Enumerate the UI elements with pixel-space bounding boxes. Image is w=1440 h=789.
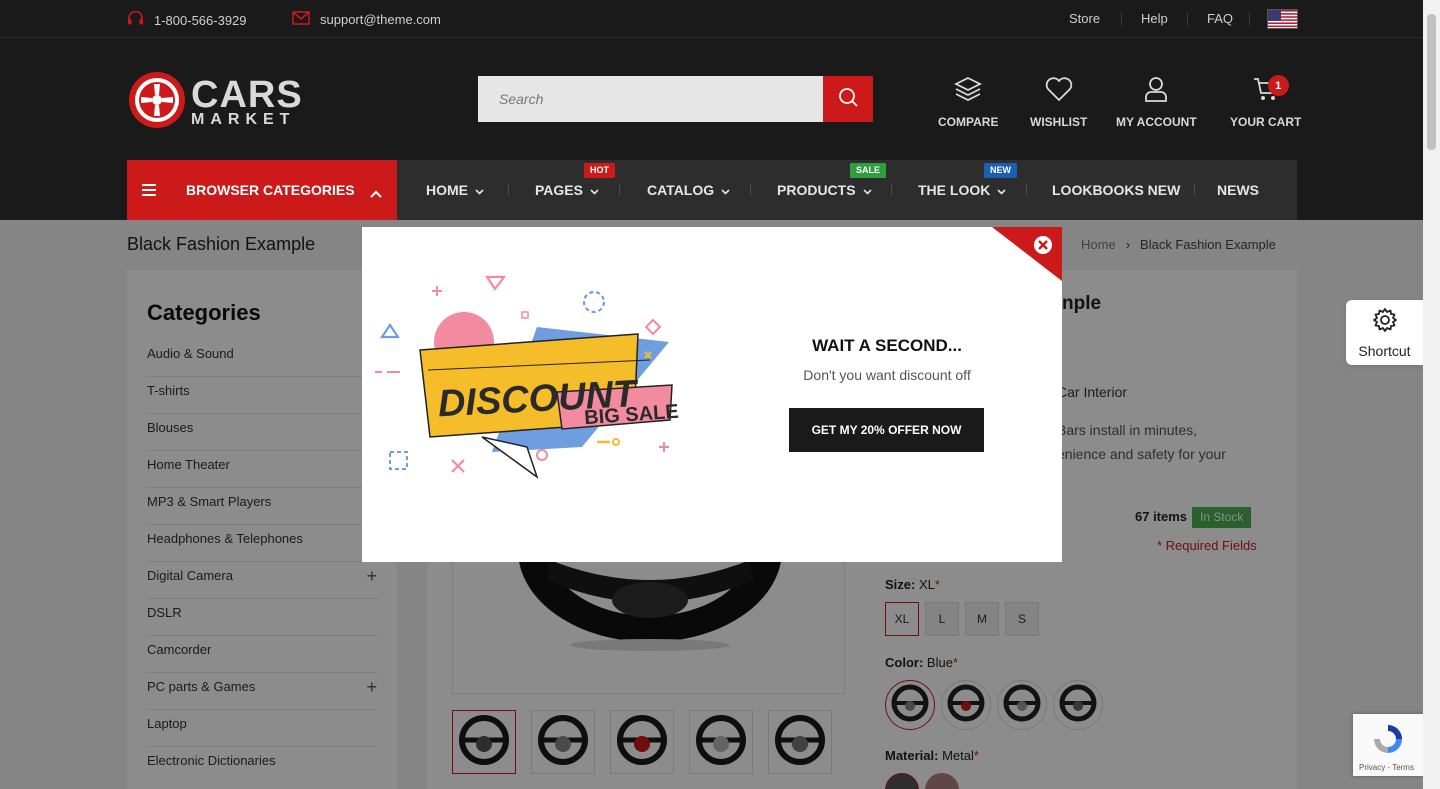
chevron-down-icon	[721, 182, 730, 198]
gear-icon	[1372, 307, 1398, 338]
search-input[interactable]	[478, 76, 823, 122]
divider	[508, 184, 509, 196]
new-badge: NEW	[984, 163, 1017, 178]
nav-label: CATALOG	[647, 182, 715, 198]
shortcut-label: Shortcut	[1358, 342, 1411, 359]
mail-icon	[292, 11, 310, 28]
logo-text-market: MARKET	[191, 110, 296, 128]
cart-icon: 1	[1252, 75, 1289, 107]
headset-icon	[127, 10, 144, 29]
search-icon	[837, 86, 859, 113]
site-header: CARS MARKET COMPARE WISHLIST MY ACCOUNT …	[0, 38, 1423, 160]
divider	[619, 184, 620, 196]
nav-item-the-look[interactable]: THE LOOK	[918, 182, 1006, 198]
store-link[interactable]: Store	[1069, 11, 1100, 26]
compare-label: COMPARE	[938, 115, 999, 129]
phone-number: 1-800-566-3929	[154, 12, 247, 28]
nav-item-news[interactable]: NEWS	[1217, 182, 1259, 198]
divider	[750, 184, 751, 196]
discount-sale-illustration: DISCOUNT BIG SALE	[375, 275, 679, 479]
nav-item-home[interactable]: HOME	[426, 182, 484, 198]
help-link[interactable]: Help	[1141, 11, 1168, 26]
divider	[1249, 12, 1250, 26]
phone-contact[interactable]: 1-800-566-3929	[127, 10, 247, 29]
get-offer-button[interactable]: GET MY 20% OFFER NOW	[789, 408, 984, 452]
nav-item-catalog[interactable]: CATALOG	[647, 182, 730, 198]
divider	[1194, 184, 1195, 196]
divider	[1187, 12, 1188, 26]
heart-icon	[1045, 76, 1073, 107]
nav-label: LOOKBOOKS NEW	[1052, 182, 1181, 198]
email-contact[interactable]: support@theme.com	[292, 11, 441, 28]
us-flag-icon[interactable]	[1267, 9, 1298, 29]
nav-item-lookbooks-new[interactable]: LOOKBOOKS NEW	[1052, 182, 1180, 198]
chevron-down-icon	[590, 182, 599, 198]
recaptcha-terms[interactable]: Privacy - Terms	[1359, 763, 1414, 772]
chevron-down-icon	[475, 182, 484, 198]
page-scrollbar[interactable]	[1423, 0, 1440, 789]
nav-label: THE LOOK	[918, 182, 991, 198]
site-logo[interactable]: CARS MARKET	[127, 70, 303, 135]
wishlist-label: WISHLIST	[1030, 115, 1088, 129]
sale-badge: SALE	[850, 163, 887, 178]
chevron-up-icon	[370, 185, 382, 203]
recaptcha-badge[interactable]: Privacy - Terms	[1353, 714, 1423, 776]
divider	[891, 184, 892, 196]
hot-badge: HOT	[584, 163, 615, 178]
nav-label: PAGES	[535, 182, 583, 198]
close-icon[interactable]	[1033, 235, 1053, 260]
faq-link[interactable]: FAQ	[1207, 11, 1233, 26]
layers-icon	[954, 76, 983, 107]
my-account-button[interactable]: MY ACCOUNT	[1116, 76, 1197, 129]
browse-categories-button[interactable]: BROWSER CATEGORIES	[127, 160, 397, 220]
nav-label: HOME	[426, 182, 468, 198]
top-bar: 1-800-566-3929 support@theme.com Store H…	[0, 0, 1423, 38]
menu-bar: HOME PAGES HOT CATALOG PRODUCTS SALE THE…	[397, 160, 1297, 220]
divider	[1121, 12, 1122, 26]
hamburger-icon	[142, 183, 156, 201]
user-icon	[1142, 76, 1170, 107]
nav-item-products[interactable]: PRODUCTS	[777, 182, 872, 198]
logo-text-cars: CARS	[191, 73, 303, 116]
chevron-down-icon	[997, 182, 1006, 198]
nav-label: NEWS	[1217, 182, 1259, 198]
scrollbar-thumb[interactable]	[1427, 14, 1436, 150]
wishlist-button[interactable]: WISHLIST	[1030, 76, 1087, 129]
popup-title: WAIT A SECOND...	[812, 336, 962, 355]
chevron-down-icon	[862, 182, 872, 198]
shortcut-button[interactable]: Shortcut	[1346, 300, 1423, 365]
cart-count-badge: 1	[1267, 75, 1289, 96]
divider	[1026, 184, 1027, 196]
nav-item-pages[interactable]: PAGES	[535, 182, 599, 198]
compare-button[interactable]: COMPARE	[938, 76, 998, 129]
recaptcha-logo-icon	[1371, 722, 1405, 761]
browse-categories-label: BROWSER CATEGORIES	[186, 182, 355, 198]
my-account-label: MY ACCOUNT	[1116, 115, 1197, 129]
nav-label: PRODUCTS	[777, 182, 856, 198]
cart-button[interactable]: 1 YOUR CART	[1230, 75, 1302, 129]
wheel-logo-icon	[127, 70, 187, 135]
discount-popup: DISCOUNT BIG SALE	[362, 227, 1062, 562]
search-button[interactable]	[823, 76, 873, 122]
main-nav: BROWSER CATEGORIES HOME PAGES HOT CATALO…	[0, 160, 1423, 220]
email-address: support@theme.com	[320, 12, 441, 27]
cart-label: YOUR CART	[1230, 115, 1302, 129]
popup-subtitle: Don't you want discount off	[803, 367, 971, 383]
